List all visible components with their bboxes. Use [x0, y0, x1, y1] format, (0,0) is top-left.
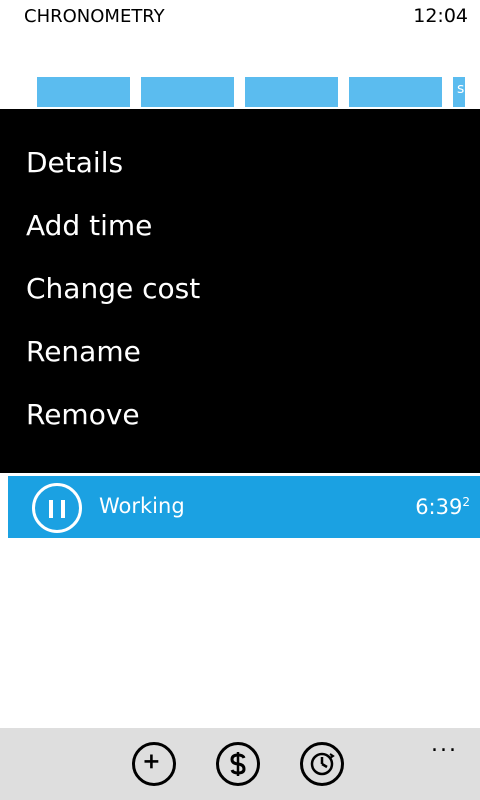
clock: 12:04	[413, 5, 468, 27]
reset-clock-icon	[310, 752, 335, 776]
reset-button[interactable]	[300, 742, 344, 786]
dollar-icon	[230, 752, 246, 776]
more-button[interactable]: ...	[431, 732, 458, 757]
add-button[interactable]	[132, 742, 176, 786]
tile[interactable]: s	[453, 77, 465, 107]
timer-time-sub: 2	[462, 495, 470, 509]
menu-item-change-cost[interactable]: Change cost	[26, 269, 200, 309]
pause-icon[interactable]	[32, 483, 82, 533]
menu-item-remove[interactable]: Remove	[26, 395, 140, 435]
timer-elapsed: 6:392	[415, 495, 470, 519]
timer-time-main: 6:39	[415, 495, 463, 519]
tile[interactable]	[245, 77, 338, 107]
add-icon	[144, 754, 159, 769]
app-title: CHRONOMETRY	[24, 6, 165, 27]
cost-button[interactable]	[216, 742, 260, 786]
tile-glyph: s	[457, 81, 465, 97]
app-bar: ...	[0, 728, 480, 800]
pause-bar	[61, 500, 65, 518]
menu-item-add-time[interactable]: Add time	[26, 206, 152, 246]
timer-label: Working	[99, 494, 185, 518]
menu-item-rename[interactable]: Rename	[26, 332, 141, 372]
tile[interactable]	[141, 77, 234, 107]
tile[interactable]	[349, 77, 442, 107]
status-bar: CHRONOMETRY 12:04	[0, 0, 480, 32]
menu-item-details[interactable]: Details	[26, 143, 123, 183]
pause-bar	[49, 500, 53, 518]
timer-row[interactable]: Working 6:392	[8, 476, 480, 538]
context-menu: Details Add time Change cost Rename Remo…	[0, 109, 480, 473]
tile[interactable]	[37, 77, 130, 107]
tile-strip: s	[0, 77, 480, 107]
